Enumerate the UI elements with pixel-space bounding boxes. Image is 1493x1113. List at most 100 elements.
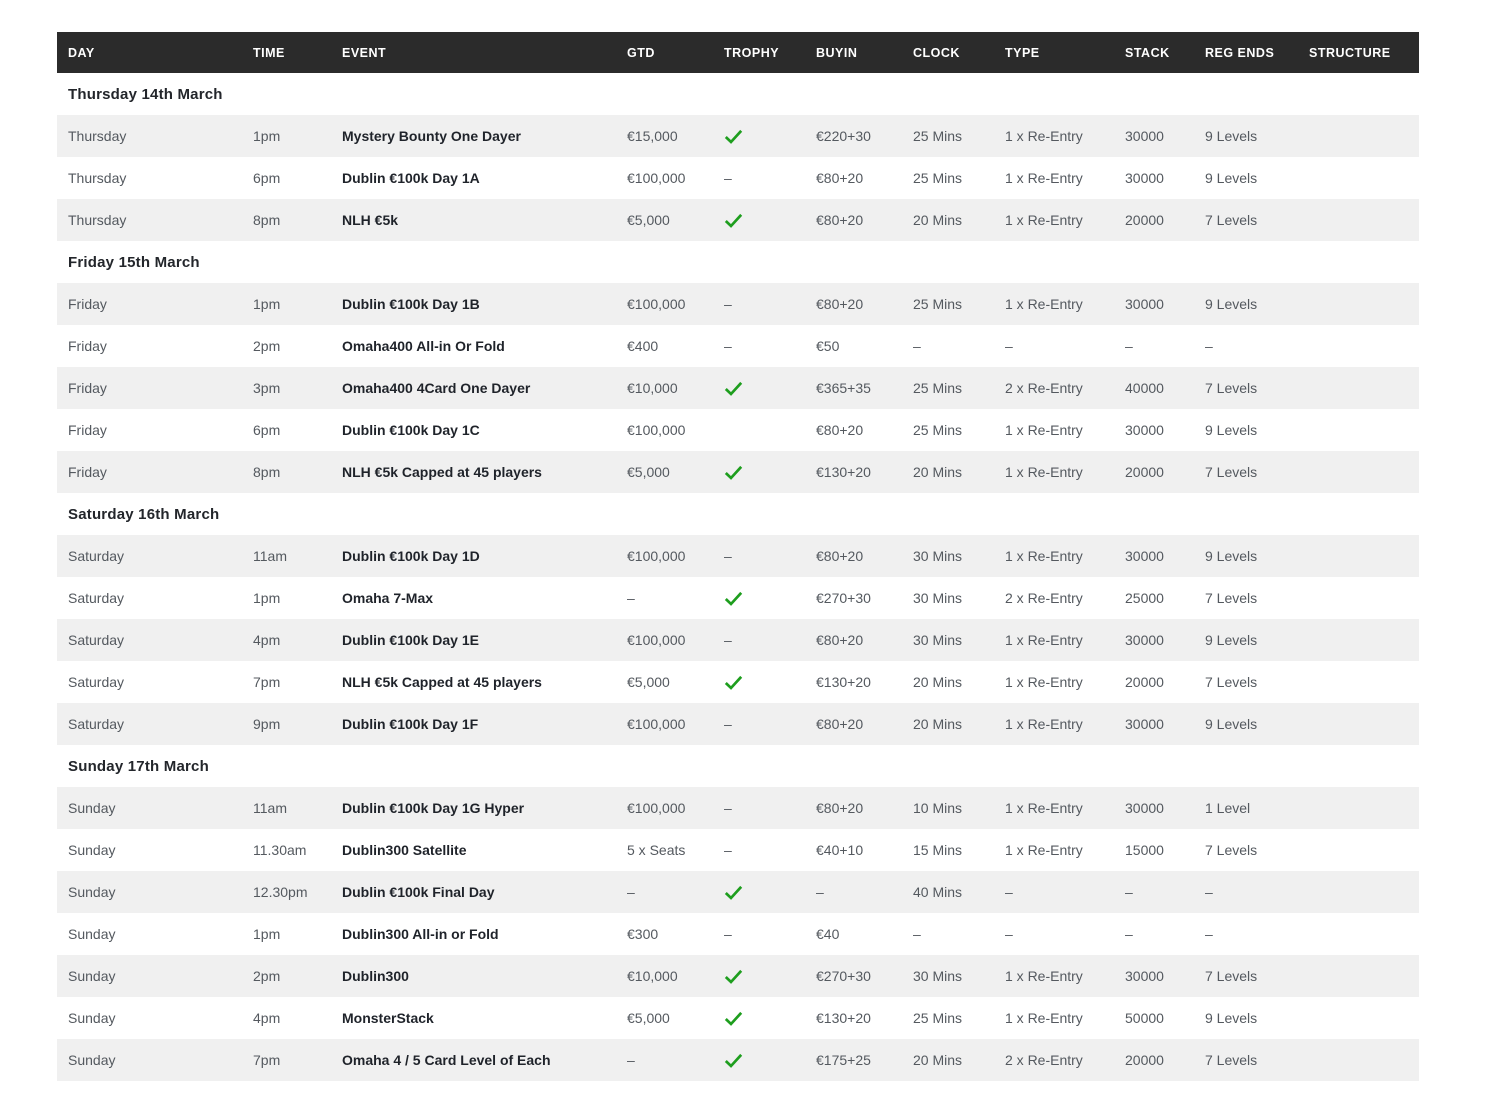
cell-event: Omaha 7-Max: [342, 590, 627, 606]
cell-buyin: €80+20: [816, 212, 913, 228]
cell-stack: –: [1125, 338, 1205, 354]
cell-gtd: €10,000: [627, 968, 724, 984]
cell-clock: 20 Mins: [913, 212, 1005, 228]
cell-day: Sunday: [68, 926, 253, 942]
cell-stack: 30000: [1125, 632, 1205, 648]
cell-time: 1pm: [253, 926, 342, 942]
cell-day: Saturday: [68, 590, 253, 606]
cell-event: Dublin300 Satellite: [342, 842, 627, 858]
table-body: Thursday 14th MarchThursday1pmMystery Bo…: [57, 73, 1419, 1081]
trophy-check-icon: [724, 1011, 816, 1026]
cell-day: Friday: [68, 464, 253, 480]
cell-buyin: €365+35: [816, 380, 913, 396]
cell-time: 8pm: [253, 212, 342, 228]
cell-time: 1pm: [253, 590, 342, 606]
cell-stack: 30000: [1125, 800, 1205, 816]
table-row: Sunday11amDublin €100k Day 1G Hyper€100,…: [57, 787, 1419, 829]
cell-time: 2pm: [253, 338, 342, 354]
cell-stack: 30000: [1125, 170, 1205, 186]
cell-stack: –: [1125, 884, 1205, 900]
cell-type: 1 x Re-Entry: [1005, 800, 1125, 816]
cell-buyin: €130+20: [816, 464, 913, 480]
cell-trophy: –: [724, 170, 816, 186]
cell-day: Friday: [68, 338, 253, 354]
cell-type: 2 x Re-Entry: [1005, 380, 1125, 396]
cell-trophy: –: [724, 716, 816, 732]
cell-day: Sunday: [68, 884, 253, 900]
table-row: Saturday11amDublin €100k Day 1D€100,000–…: [57, 535, 1419, 577]
cell-time: 11am: [253, 800, 342, 816]
cell-buyin: €270+30: [816, 968, 913, 984]
cell-type: 1 x Re-Entry: [1005, 674, 1125, 690]
cell-time: 7pm: [253, 1052, 342, 1068]
section-header-row: Saturday 16th March: [57, 493, 1419, 535]
cell-time: 12.30pm: [253, 884, 342, 900]
cell-gtd: 5 x Seats: [627, 842, 724, 858]
cell-type: 1 x Re-Entry: [1005, 296, 1125, 312]
cell-buyin: €175+25: [816, 1052, 913, 1068]
table-row: Sunday1pmDublin300 All-in or Fold€300–€4…: [57, 913, 1419, 955]
table-row: Saturday1pmOmaha 7-Max–€270+3030 Mins2 x…: [57, 577, 1419, 619]
cell-reg-ends: –: [1205, 884, 1309, 900]
section-header-row: Thursday 14th March: [57, 73, 1419, 115]
cell-type: 1 x Re-Entry: [1005, 1010, 1125, 1026]
column-header-day: DAY: [68, 46, 253, 60]
column-header-stack: STACK: [1125, 46, 1205, 60]
cell-day: Saturday: [68, 548, 253, 564]
cell-type: 2 x Re-Entry: [1005, 590, 1125, 606]
cell-buyin: €80+20: [816, 716, 913, 732]
table-row: Friday6pmDublin €100k Day 1C€100,000€80+…: [57, 409, 1419, 451]
cell-reg-ends: –: [1205, 338, 1309, 354]
column-header-buyin: BUYIN: [816, 46, 913, 60]
trophy-check-icon: [724, 213, 816, 228]
cell-stack: 30000: [1125, 716, 1205, 732]
cell-gtd: €100,000: [627, 632, 724, 648]
cell-day: Thursday: [68, 170, 253, 186]
cell-event: Dublin €100k Day 1F: [342, 716, 627, 732]
cell-time: 1pm: [253, 296, 342, 312]
column-header-type: TYPE: [1005, 46, 1125, 60]
cell-trophy: –: [724, 632, 816, 648]
table-row: Thursday6pmDublin €100k Day 1A€100,000–€…: [57, 157, 1419, 199]
cell-reg-ends: 7 Levels: [1205, 464, 1309, 480]
cell-gtd: €5,000: [627, 464, 724, 480]
cell-buyin: €40: [816, 926, 913, 942]
cell-reg-ends: 7 Levels: [1205, 380, 1309, 396]
trophy-check-icon: [724, 465, 816, 480]
cell-type: 1 x Re-Entry: [1005, 968, 1125, 984]
cell-type: 1 x Re-Entry: [1005, 464, 1125, 480]
cell-buyin: €80+20: [816, 296, 913, 312]
section-title: Sunday 17th March: [68, 758, 209, 775]
cell-type: 1 x Re-Entry: [1005, 716, 1125, 732]
cell-reg-ends: 9 Levels: [1205, 128, 1309, 144]
cell-clock: –: [913, 338, 1005, 354]
cell-gtd: €100,000: [627, 716, 724, 732]
cell-clock: 25 Mins: [913, 296, 1005, 312]
cell-day: Sunday: [68, 842, 253, 858]
cell-event: Omaha400 All-in Or Fold: [342, 338, 627, 354]
cell-time: 1pm: [253, 128, 342, 144]
cell-clock: 10 Mins: [913, 800, 1005, 816]
cell-stack: 40000: [1125, 380, 1205, 396]
cell-time: 3pm: [253, 380, 342, 396]
cell-clock: 40 Mins: [913, 884, 1005, 900]
cell-day: Sunday: [68, 968, 253, 984]
table-row: Friday1pmDublin €100k Day 1B€100,000–€80…: [57, 283, 1419, 325]
trophy-check-icon: [724, 675, 816, 690]
cell-time: 11am: [253, 548, 342, 564]
column-header-structure: STRUCTURE: [1309, 46, 1419, 60]
cell-event: NLH €5k Capped at 45 players: [342, 674, 627, 690]
cell-event: Dublin €100k Day 1D: [342, 548, 627, 564]
cell-gtd: €10,000: [627, 380, 724, 396]
cell-day: Friday: [68, 422, 253, 438]
cell-trophy: –: [724, 548, 816, 564]
cell-day: Friday: [68, 296, 253, 312]
cell-gtd: €5,000: [627, 212, 724, 228]
cell-buyin: €270+30: [816, 590, 913, 606]
cell-time: 4pm: [253, 632, 342, 648]
table-row: Sunday12.30pmDublin €100k Final Day––40 …: [57, 871, 1419, 913]
cell-clock: 30 Mins: [913, 632, 1005, 648]
cell-type: –: [1005, 338, 1125, 354]
cell-type: 1 x Re-Entry: [1005, 212, 1125, 228]
cell-gtd: –: [627, 1052, 724, 1068]
